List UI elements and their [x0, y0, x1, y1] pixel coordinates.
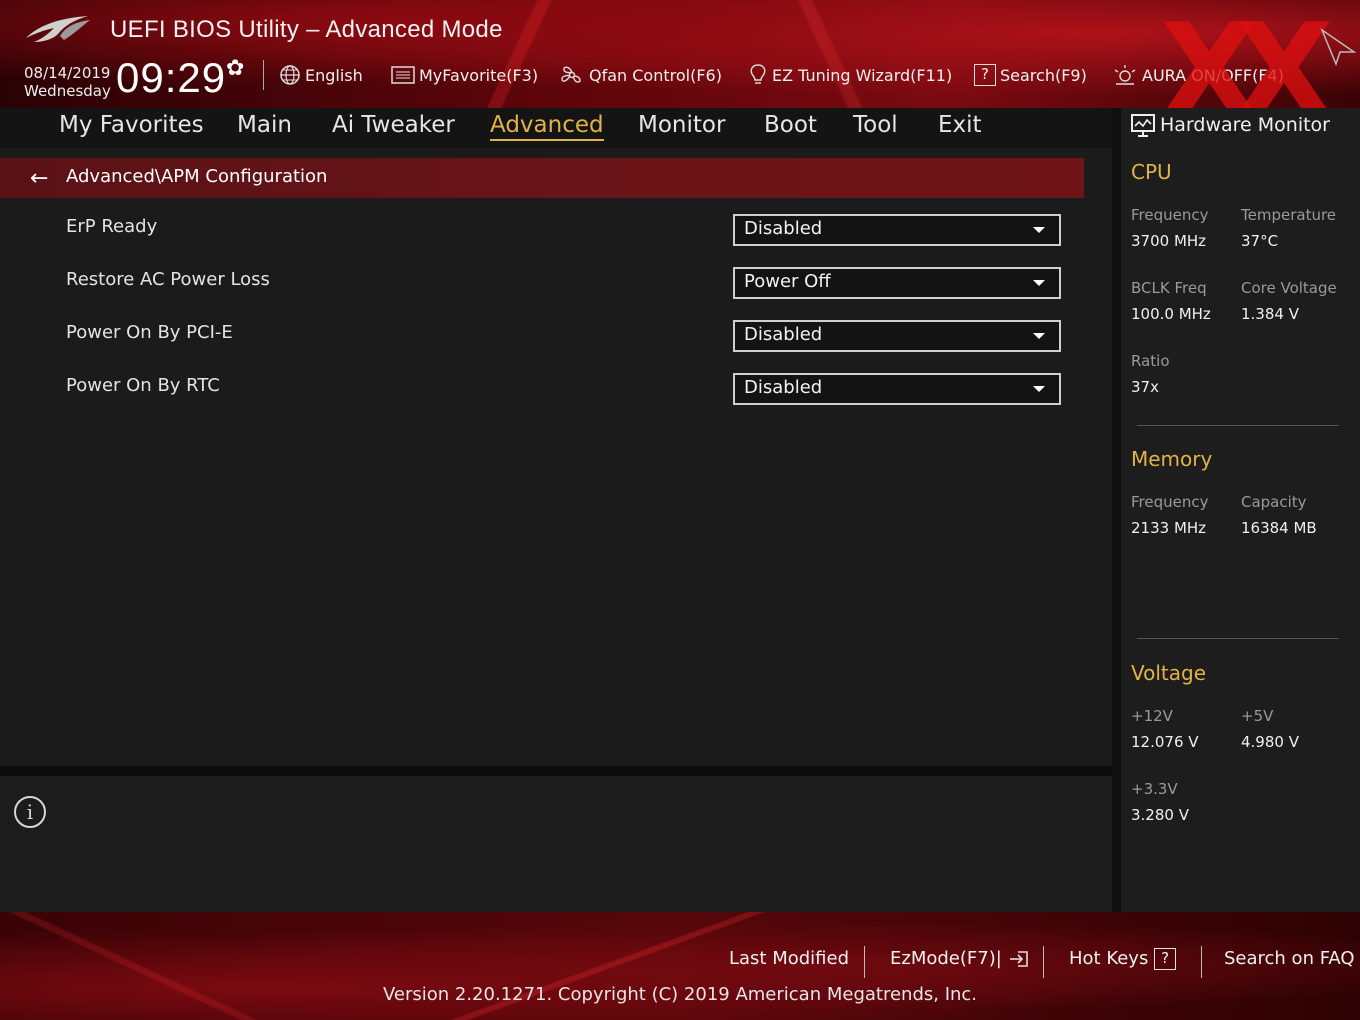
- ratio-label: Ratio: [1131, 352, 1170, 370]
- question-box-icon: ?: [1154, 948, 1177, 970]
- power-on-rtc-select[interactable]: Disabled: [733, 373, 1061, 405]
- v12-value: 12.076 V: [1131, 733, 1199, 751]
- ezmode-label: EzMode(F7)|: [890, 948, 1002, 969]
- language-label: English: [305, 65, 363, 85]
- bclk-value: 100.0 MHz: [1131, 305, 1211, 323]
- erp-ready-select[interactable]: Disabled: [733, 214, 1061, 246]
- ez-tuning-button[interactable]: EZ Tuning Wizard(F11): [748, 62, 952, 88]
- erp-ready-label: ErP Ready: [66, 216, 158, 237]
- footer-divider: [1201, 946, 1202, 978]
- gear-icon[interactable]: ✿: [226, 56, 244, 81]
- tab-main[interactable]: Main: [237, 112, 292, 138]
- myfavorite-label: MyFavorite(F3): [419, 65, 539, 85]
- globe-icon: [280, 65, 300, 85]
- v33-value: 3.280 V: [1131, 806, 1189, 824]
- qfan-button[interactable]: Qfan Control(F6): [559, 62, 722, 88]
- power-on-pcie-label: Power On By PCI-E: [66, 322, 233, 343]
- power-on-pcie-select[interactable]: Disabled: [733, 320, 1061, 352]
- weekday-text: Wednesday: [24, 82, 111, 100]
- power-on-rtc-value: Disabled: [744, 377, 823, 398]
- monitor-icon: [1131, 114, 1155, 137]
- footer-divider: [1043, 946, 1044, 978]
- cursor-arrow-icon: [1320, 27, 1357, 66]
- v33-label: +3.3V: [1131, 780, 1178, 798]
- hw-divider: [1137, 425, 1339, 426]
- info-icon: i: [14, 796, 46, 828]
- last-modified-button[interactable]: Last Modified: [729, 948, 849, 969]
- search-button[interactable]: ? Search(F9): [974, 62, 1087, 88]
- memory-frequency-value: 2133 MHz: [1131, 519, 1207, 537]
- cpu-temperature-value: 37°C: [1241, 232, 1279, 250]
- version-text: Version 2.20.1271. Copyright (C) 2019 Am…: [382, 984, 978, 1005]
- search-faq-button[interactable]: Search on FAQ: [1224, 948, 1355, 969]
- chevron-down-icon: [1033, 280, 1045, 286]
- v5-value: 4.980 V: [1241, 733, 1299, 751]
- breadcrumb-text: Advanced\APM Configuration: [66, 166, 328, 187]
- aura-light-icon: [1114, 65, 1136, 85]
- restore-ac-power-loss-label: Restore AC Power Loss: [66, 269, 270, 290]
- restore-ac-power-loss-value: Power Off: [744, 271, 831, 292]
- ezmode-button[interactable]: EzMode(F7)|: [890, 948, 1030, 969]
- language-button[interactable]: English: [279, 62, 363, 88]
- hardware-monitor-title: Hardware Monitor: [1160, 114, 1330, 136]
- hot-keys-label: Hot Keys: [1069, 948, 1149, 969]
- v12-label: +12V: [1131, 707, 1173, 725]
- panel-divider: [0, 766, 1112, 776]
- footer-divider: [864, 946, 865, 978]
- memory-capacity-value: 16384 MB: [1241, 519, 1317, 537]
- tab-advanced[interactable]: Advanced: [490, 112, 604, 141]
- clock-time: 09:29: [116, 54, 227, 101]
- bclk-label: BCLK Freq: [1131, 279, 1207, 297]
- power-on-pcie-value: Disabled: [744, 324, 823, 345]
- tab-monitor[interactable]: Monitor: [638, 112, 725, 138]
- restore-ac-power-loss-select[interactable]: Power Off: [733, 267, 1061, 299]
- fan-icon: [561, 66, 581, 83]
- tab-boot[interactable]: Boot: [764, 112, 817, 138]
- memory-heading: Memory: [1131, 447, 1213, 471]
- rog-logo-icon: [26, 16, 90, 42]
- app-title: UEFI BIOS Utility – Advanced Mode: [110, 16, 503, 43]
- hw-divider: [1137, 638, 1339, 639]
- toolbar-divider: [263, 60, 264, 90]
- cpu-heading: CPU: [1131, 160, 1172, 184]
- erp-ready-value: Disabled: [744, 218, 823, 239]
- date-text: 08/14/2019: [24, 64, 111, 82]
- core-voltage-value: 1.384 V: [1241, 305, 1299, 323]
- search-label: Search(F9): [1000, 65, 1087, 85]
- cpu-frequency-value: 3700 MHz: [1131, 232, 1207, 250]
- exit-arrow-icon: [1009, 951, 1028, 967]
- help-box-icon: ?: [974, 64, 996, 86]
- hot-keys-button[interactable]: Hot Keys ?: [1069, 948, 1177, 970]
- chevron-down-icon: [1033, 227, 1045, 233]
- core-voltage-label: Core Voltage: [1241, 279, 1337, 297]
- help-info-panel: [0, 776, 1112, 912]
- myfavorite-button[interactable]: MyFavorite(F3): [391, 62, 538, 88]
- cpu-frequency-label: Frequency: [1131, 206, 1209, 224]
- tab-my-favorites[interactable]: My Favorites: [59, 112, 204, 138]
- ratio-value: 37x: [1131, 378, 1159, 396]
- top-banner: UEFI BIOS Utility – Advanced Mode 08/14/…: [0, 0, 1360, 136]
- memory-frequency-label: Frequency: [1131, 493, 1209, 511]
- cpu-temperature-label: Temperature: [1241, 206, 1337, 224]
- favorite-list-icon: [391, 66, 415, 84]
- ez-tuning-label: EZ Tuning Wizard(F11): [772, 65, 953, 85]
- v5-label: +5V: [1241, 707, 1274, 725]
- memory-capacity-label: Capacity: [1241, 493, 1307, 511]
- back-arrow-icon[interactable]: ←: [30, 166, 48, 191]
- chevron-down-icon: [1033, 386, 1045, 392]
- chevron-down-icon: [1033, 333, 1045, 339]
- tab-exit[interactable]: Exit: [938, 112, 982, 138]
- tab-ai-tweaker[interactable]: Ai Tweaker: [332, 112, 455, 138]
- power-on-rtc-label: Power On By RTC: [66, 375, 220, 396]
- datetime-date: 08/14/2019 Wednesday: [24, 64, 111, 100]
- tab-tool[interactable]: Tool: [853, 112, 898, 138]
- qfan-label: Qfan Control(F6): [589, 65, 722, 85]
- voltage-heading: Voltage: [1131, 661, 1207, 685]
- lightbulb-icon: [750, 64, 766, 84]
